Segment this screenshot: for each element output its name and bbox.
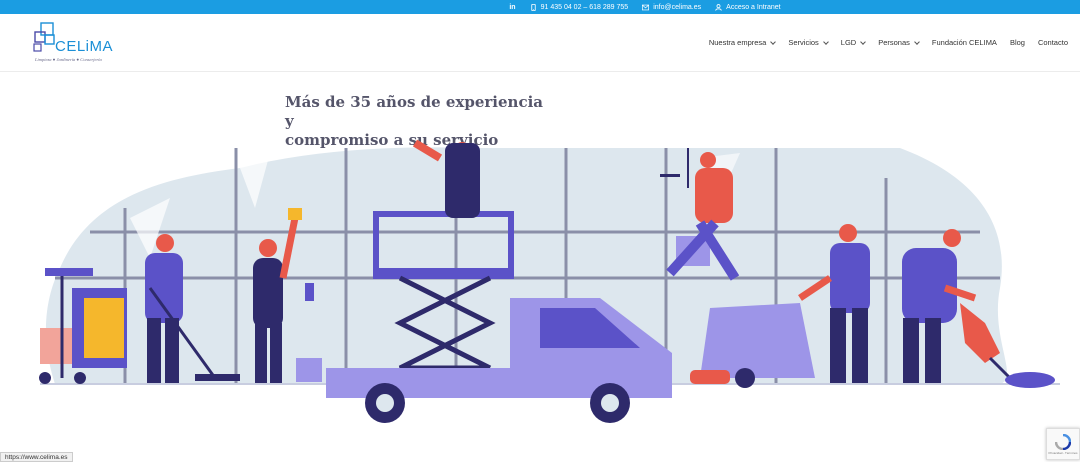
linkedin-icon: in (509, 3, 516, 11)
phone-icon (530, 3, 536, 11)
site-header: CELiMA Limpieza ● Jardinería ● Conserjer… (0, 14, 1080, 72)
status-url-text: https://www.celima.es (5, 453, 68, 461)
nav-nuestra-empresa[interactable]: Nuestra empresa (708, 38, 777, 47)
recaptcha-badge[interactable]: Privacidad - Términos (1046, 428, 1080, 460)
logo-wordmark: CELiMA (55, 38, 114, 55)
nav-label: LGD (840, 38, 857, 47)
browser-status-url: https://www.celima.es (0, 452, 73, 462)
nav-label: Nuestra empresa (708, 38, 767, 47)
chevron-down-icon (822, 38, 829, 45)
nav-label: Fundación CELIMA (931, 38, 997, 47)
nav-label: Blog (1009, 38, 1025, 47)
nav-label: Contacto (1037, 38, 1068, 47)
nav-blog[interactable]: Blog (1010, 38, 1025, 47)
phone-item[interactable]: 91 435 04 02 – 618 289 755 (530, 3, 629, 11)
user-icon (715, 3, 722, 11)
nav-fundacion[interactable]: Fundación CELIMA (932, 38, 997, 47)
envelope-icon (642, 4, 650, 10)
intranet-text: Acceso a Intranet (726, 3, 781, 11)
celima-logo[interactable]: CELiMA Limpieza ● Jardinería ● Conserjer… (33, 22, 123, 66)
nav-lgd[interactable]: LGD (840, 38, 867, 47)
email-link[interactable]: info@celima.es (642, 4, 701, 11)
nav-label: Personas (878, 38, 910, 47)
nav-servicios[interactable]: Servicios (788, 38, 829, 47)
nav-contacto[interactable]: Contacto (1038, 38, 1068, 47)
email-text: info@celima.es (653, 3, 702, 11)
hero-title-line1: Más de 35 años de experiencia y (285, 93, 544, 130)
main-nav: Nuestra empresa Servicios LGD Personas F… (709, 38, 1068, 47)
recaptcha-icon (1055, 433, 1071, 450)
chevron-down-icon (860, 38, 867, 45)
cleaning-crew-illustration (39, 139, 1060, 423)
top-contact-bar: in 91 435 04 02 – 618 289 755 info@celim… (0, 0, 1080, 14)
linkedin-link[interactable]: in (509, 4, 515, 11)
phone-text: 91 435 04 02 – 618 289 755 (540, 3, 629, 11)
recaptcha-label[interactable]: Privacidad - Términos (1048, 451, 1077, 455)
logo-tagline: Limpieza ● Jardinería ● Conserjería (35, 57, 102, 62)
chevron-down-icon (914, 38, 920, 45)
chevron-down-icon (770, 38, 777, 45)
nav-personas[interactable]: Personas (878, 38, 920, 47)
nav-label: Servicios (788, 38, 819, 47)
intranet-link[interactable]: Acceso a Intranet (715, 3, 781, 11)
